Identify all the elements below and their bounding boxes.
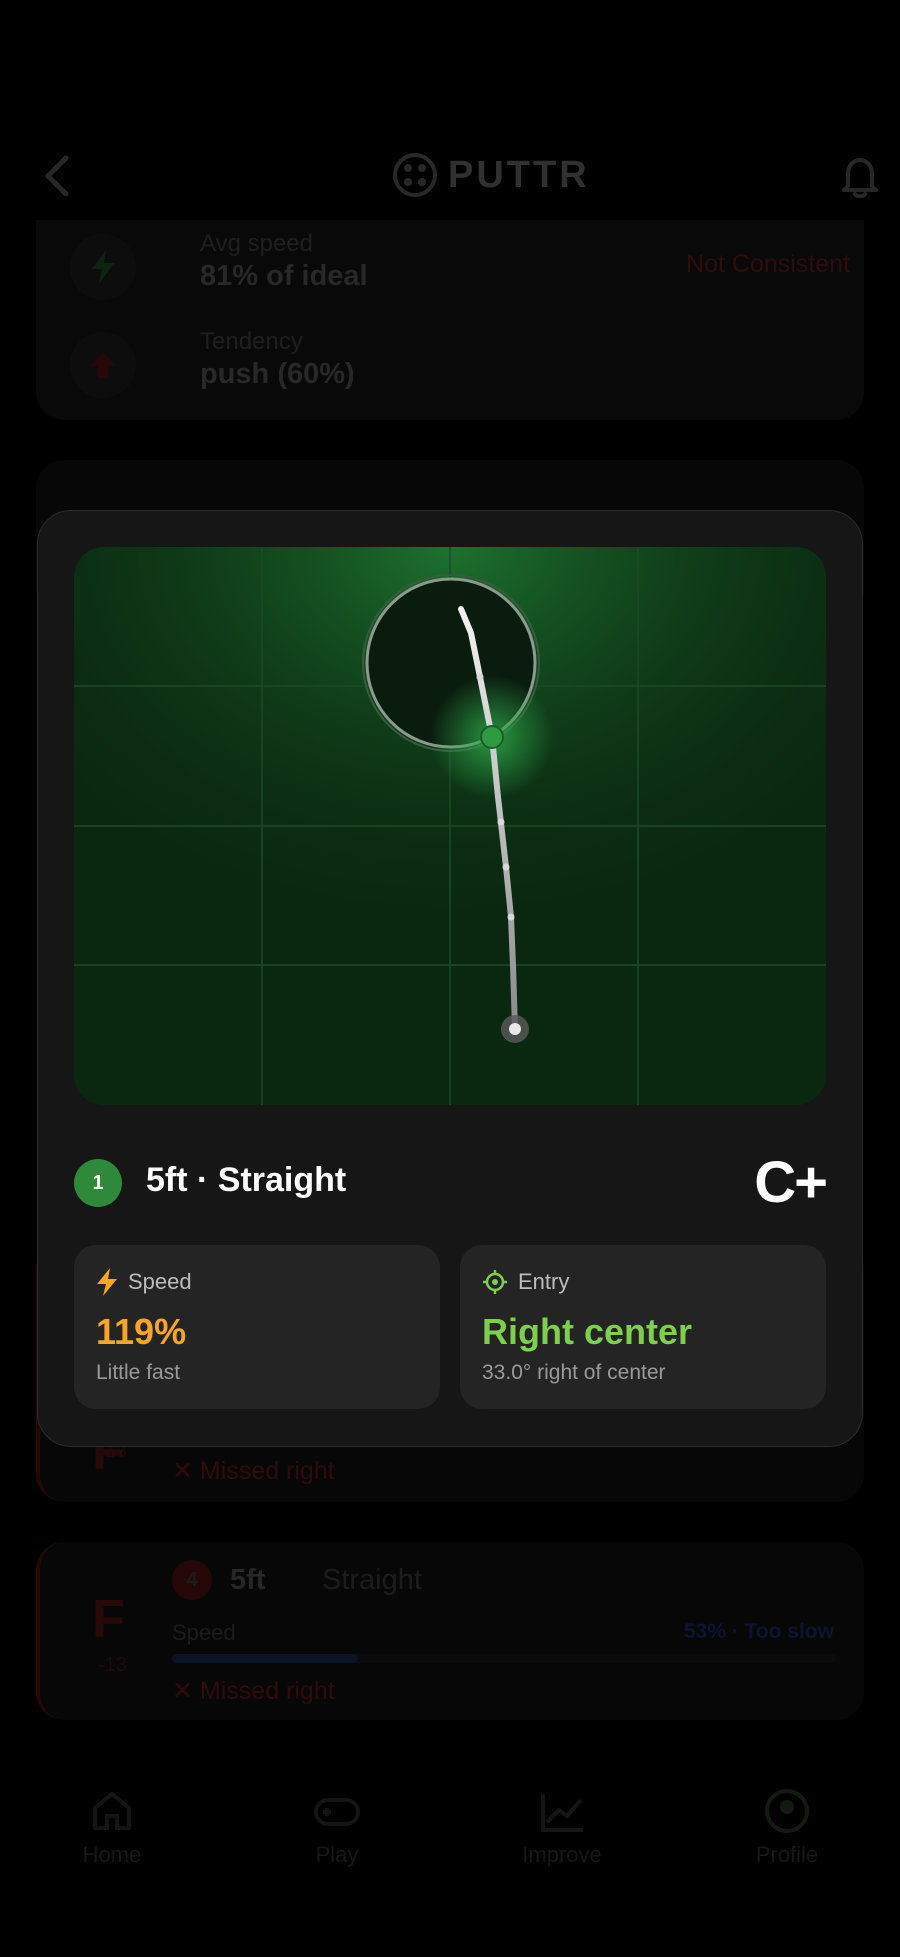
entry-metric-header: Entry [482,1267,569,1297]
speed-value: 119% [96,1311,187,1352]
speed-description: Little fast [96,1361,181,1384]
shot-detail-modal: 1 5ft · Straight C+ Speed 119% Little fa… [37,510,863,1447]
putt-trajectory-view [74,547,826,1105]
ball-start-marker [501,1015,529,1043]
speed-label: Speed [128,1269,192,1294]
speed-metric-header: Speed [96,1267,192,1297]
shot-title-row: 1 5ft · Straight C+ [74,1150,828,1215]
entry-point-marker [480,725,504,749]
entry-description: 33.0° right of center [482,1361,666,1384]
shot-title: 5ft · Straight [146,1161,347,1199]
entry-value: Right center [482,1311,693,1352]
speed-metric-card: Speed 119% Little fast [74,1245,440,1409]
shot-grade: C+ [754,1150,828,1215]
bolt-icon [97,1268,117,1296]
target-icon [483,1270,507,1294]
putt-trajectory-svg [74,547,826,1105]
shot-number-badge: 1 [74,1159,122,1207]
entry-metric-card: Entry Right center 33.0° right of center [460,1245,826,1409]
entry-label: Entry [518,1269,570,1294]
